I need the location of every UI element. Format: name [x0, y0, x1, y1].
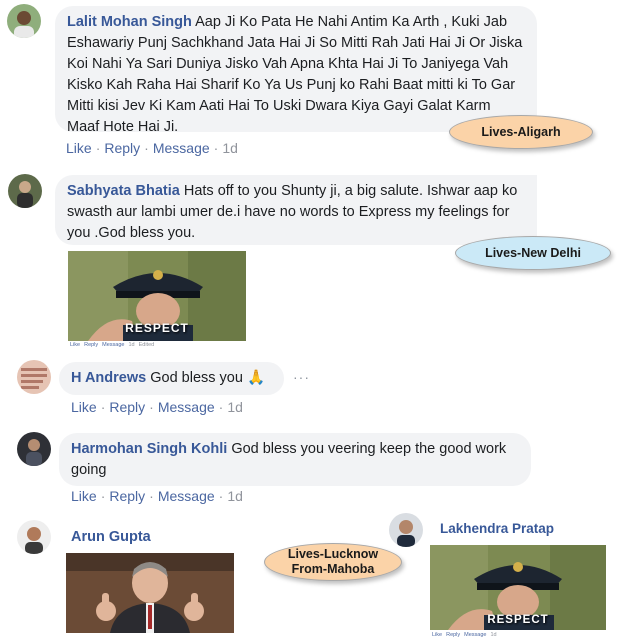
avatar[interactable] [389, 513, 423, 547]
gif-caption: RESPECT [125, 321, 189, 335]
comment-text: God bless you 🙏 [150, 370, 266, 386]
message-link[interactable]: Message [158, 399, 215, 415]
location-tag-text: Lives-Aligarh [481, 125, 561, 139]
comment-actions: Like · Reply · Message · 1d [71, 399, 243, 415]
gif-caption: RESPECT [487, 614, 549, 626]
comment-bubble: Lalit Mohan Singh Aap Ji Ko Pata He Nahi… [55, 6, 537, 135]
comment-actions: Like Reply Message 1d Edited [70, 342, 158, 348]
location-tag-text: Lives-New Delhi [485, 246, 581, 260]
avatar[interactable] [7, 4, 41, 38]
like-link[interactable]: Like [71, 488, 97, 504]
comment-actions: Like · Reply · Message · 1d [66, 140, 238, 156]
comment-bubble: Sabhyata Bhatia Hats off to you Shunty j… [55, 175, 537, 245]
reply-link[interactable]: Reply [446, 632, 460, 638]
reply-link[interactable]: Reply [104, 140, 140, 156]
like-link[interactable]: Like [70, 342, 80, 348]
comment-author[interactable]: Arun Gupta [71, 529, 151, 545]
timestamp[interactable]: 1d [128, 342, 134, 348]
gif-attachment[interactable]: RESPECT [68, 251, 246, 341]
avatar[interactable] [17, 360, 51, 394]
location-tag: Lives-Lucknow From-Mahoba [264, 543, 402, 581]
timestamp[interactable]: 1d [490, 632, 496, 638]
comment-actions: Like · Reply · Message · 1d [71, 488, 243, 504]
location-tag: Lives-New Delhi [455, 236, 611, 270]
comment-author[interactable]: Sabhyata Bhatia [67, 183, 180, 199]
timestamp[interactable]: 1d [227, 488, 243, 504]
location-tag: Lives-Aligarh [449, 115, 593, 149]
comment-author[interactable]: H Andrews [71, 370, 146, 386]
avatar[interactable] [17, 520, 51, 554]
reply-link[interactable]: Reply [109, 488, 145, 504]
like-link[interactable]: Like [71, 399, 97, 415]
message-link[interactable]: Message [158, 488, 215, 504]
avatar[interactable] [17, 432, 51, 466]
more-options-icon[interactable]: ··· [293, 369, 310, 385]
comment-bubble: Harmohan Singh Kohli God bless you veeri… [59, 433, 531, 486]
like-link[interactable]: Like [432, 632, 442, 638]
location-tag-line1: Lives-Lucknow [287, 547, 379, 561]
comment-author[interactable]: Lakhendra Pratap [440, 521, 554, 536]
gif-attachment[interactable] [66, 553, 234, 633]
timestamp[interactable]: 1d [222, 140, 238, 156]
gif-attachment[interactable]: RESPECT [430, 545, 606, 630]
message-link[interactable]: Message [102, 342, 124, 348]
location-tag-line2: From-Mahoba [291, 562, 375, 576]
message-link[interactable]: Message [464, 632, 486, 638]
timestamp[interactable]: 1d [227, 399, 243, 415]
comment-bubble: H Andrews God bless you 🙏 [59, 362, 284, 395]
comment-author[interactable]: Lalit Mohan Singh [67, 14, 192, 30]
reply-link[interactable]: Reply [84, 342, 98, 348]
comment-actions: Like Reply Message 1d [432, 632, 501, 638]
comment-author[interactable]: Harmohan Singh Kohli [71, 441, 227, 457]
message-link[interactable]: Message [153, 140, 210, 156]
edited-label: Edited [138, 342, 155, 348]
reply-link[interactable]: Reply [109, 399, 145, 415]
comment-text: Aap Ji Ko Pata He Nahi Antim Ka Arth , K… [67, 14, 523, 135]
like-link[interactable]: Like [66, 140, 92, 156]
avatar[interactable] [8, 174, 42, 208]
